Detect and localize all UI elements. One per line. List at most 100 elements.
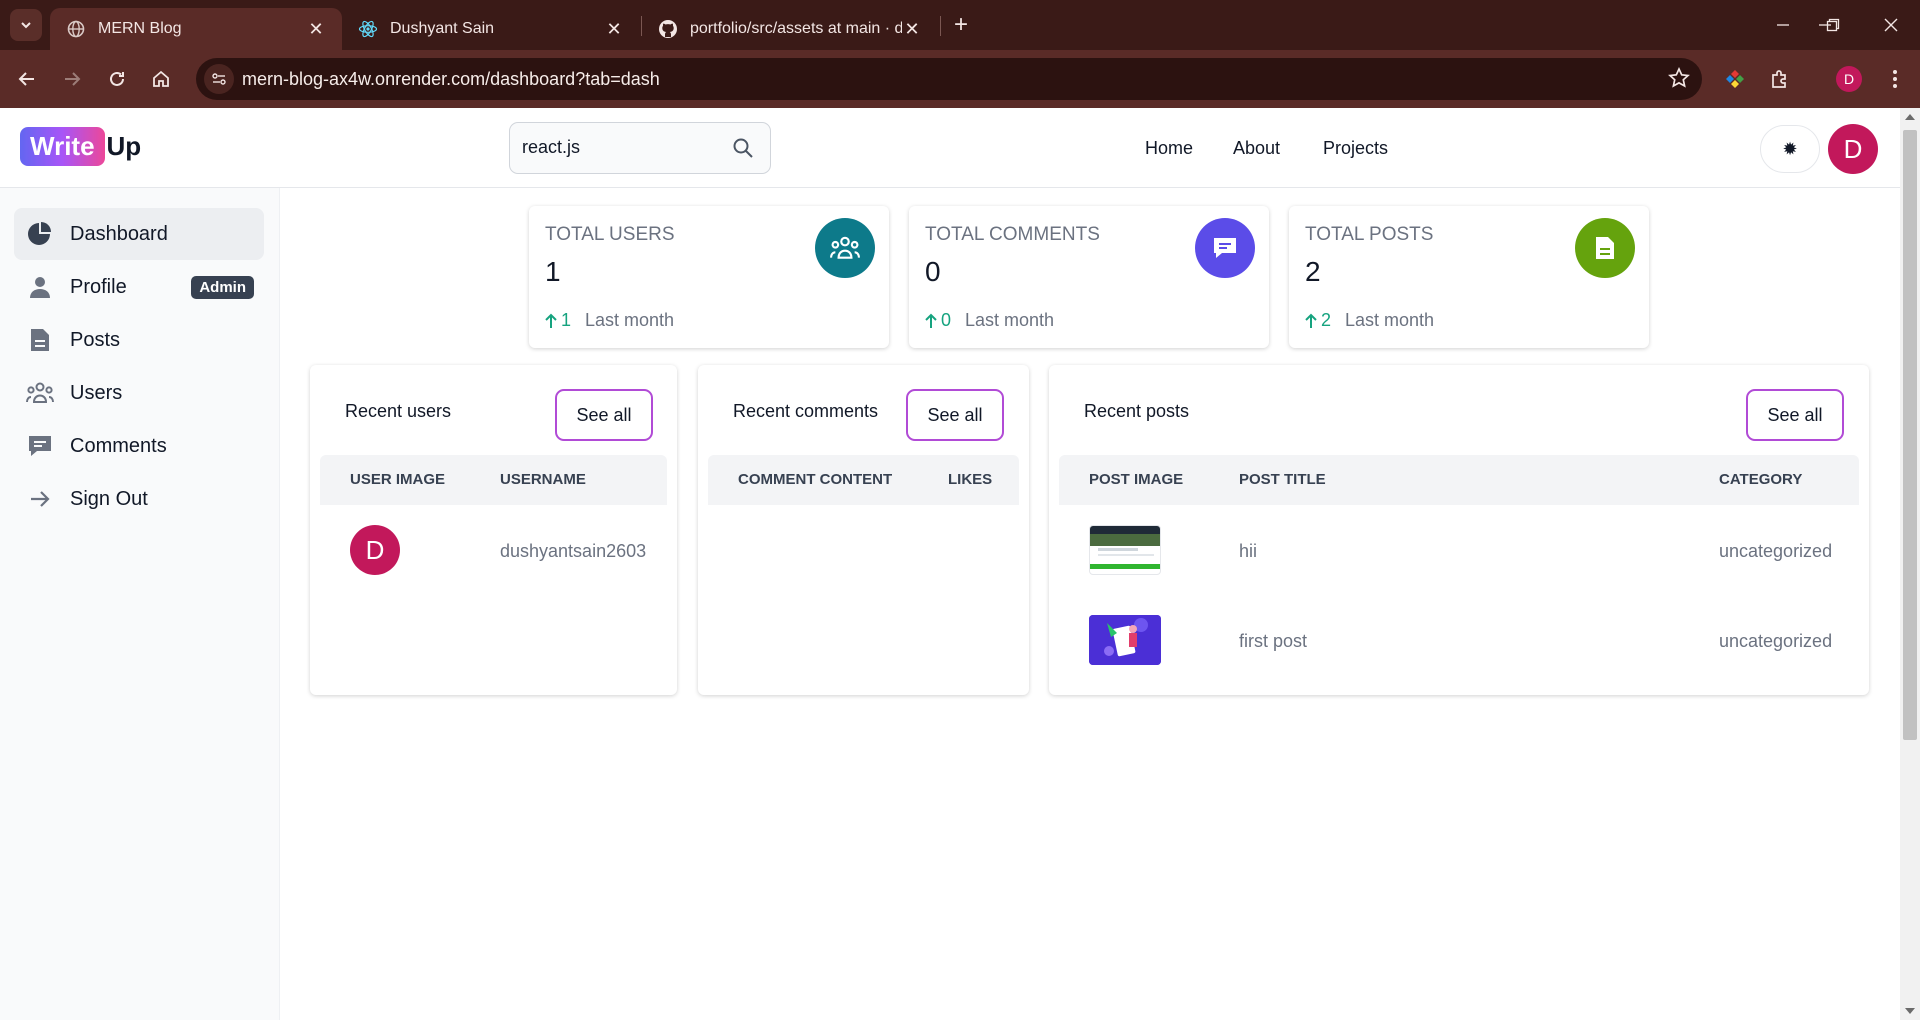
comment-icon <box>26 432 54 460</box>
sidebar-item-label: Sign Out <box>70 487 148 510</box>
close-icon <box>1884 18 1898 32</box>
back-button[interactable] <box>10 62 44 96</box>
home-button[interactable] <box>144 62 178 96</box>
stat-card-total-comments: Total Comments 0 0 Last month <box>909 206 1269 348</box>
comment-icon <box>1195 218 1255 278</box>
reload-icon <box>110 71 124 86</box>
stat-card-total-users: Total Users 1 1 Last month <box>529 206 889 348</box>
arrow-up-icon <box>1305 313 1317 328</box>
post-title-cell[interactable]: hii <box>1239 541 1257 562</box>
react-icon <box>358 19 378 39</box>
post-category-cell: uncategorized <box>1719 541 1833 561</box>
page-scrollbar[interactable] <box>1900 108 1920 1020</box>
browser-menu-button[interactable] <box>1878 62 1912 96</box>
nav-link-about[interactable]: About <box>1233 138 1280 159</box>
column-header: Likes <box>948 471 993 488</box>
new-tab-plus-icon[interactable]: + <box>948 12 974 38</box>
panel-title: Recent comments <box>733 401 879 421</box>
scroll-up-arrow-icon[interactable] <box>1905 114 1915 120</box>
forward-button[interactable] <box>55 62 89 96</box>
search-box <box>509 122 771 174</box>
stat-footer: 0 Last month <box>925 310 1054 331</box>
site-info-icon[interactable] <box>204 64 234 94</box>
extensions-button[interactable] <box>1763 62 1797 96</box>
table-header: Post image Post title Category <box>1059 455 1859 505</box>
chevron-down-icon <box>21 22 31 29</box>
post-thumbnail-image <box>1090 526 1160 569</box>
user-avatar[interactable]: D <box>1828 124 1878 174</box>
see-all-posts-button[interactable]: See all <box>1746 389 1844 441</box>
sidebar-item-label: Posts <box>70 328 121 351</box>
sidebar-item-dashboard[interactable]: Dashboard <box>14 208 264 260</box>
bookmark-star-icon[interactable] <box>1668 66 1690 94</box>
column-header: Post title <box>1239 471 1326 488</box>
sidebar-item-users[interactable]: Users <box>14 367 264 419</box>
restore-button[interactable] <box>1810 10 1856 40</box>
sidebar-item-comments[interactable]: Comments <box>14 420 264 472</box>
nav-link-home[interactable]: Home <box>1145 138 1193 159</box>
address-url[interactable]: mern-blog-ax4w.onrender.com/dashboard?ta… <box>242 69 660 90</box>
scrollbar-thumb[interactable] <box>1903 130 1917 740</box>
document-icon <box>26 326 54 354</box>
stat-delta-value: 1 <box>561 310 572 330</box>
close-icon[interactable]: ✕ <box>306 19 326 40</box>
column-header: Comment content <box>738 471 893 488</box>
pie-chart-icon <box>26 220 54 248</box>
address-bar[interactable]: mern-blog-ax4w.onrender.com/dashboard?ta… <box>196 58 1702 100</box>
arrow-up-icon <box>545 313 557 328</box>
table-header: User image Username <box>320 455 667 505</box>
search-icon[interactable] <box>732 137 754 164</box>
arrow-left-icon <box>18 72 34 86</box>
column-header: Category <box>1719 471 1803 488</box>
nav-link-projects[interactable]: Projects <box>1323 138 1388 159</box>
arrow-right-icon <box>65 72 81 86</box>
post-thumbnail[interactable] <box>1089 525 1161 575</box>
sidebar-item-sign-out[interactable]: Sign Out <box>14 473 264 525</box>
close-icon[interactable]: ✕ <box>902 19 922 40</box>
globe-icon <box>66 19 86 39</box>
browser-toolbar: mern-blog-ax4w.onrender.com/dashboard?ta… <box>0 50 1920 108</box>
post-thumbnail-image <box>1089 615 1161 665</box>
theme-toggle-button[interactable]: ✹ <box>1760 125 1820 173</box>
stat-card-total-posts: Total Posts 2 2 Last month <box>1289 206 1649 348</box>
site-logo[interactable]: Write Up <box>20 127 141 166</box>
close-window-button[interactable] <box>1868 10 1914 40</box>
browser-profile-avatar[interactable]: D <box>1836 66 1862 92</box>
minimize-button[interactable] <box>1760 10 1806 40</box>
browser-tab-mern-blog[interactable]: MERN Blog ✕ <box>50 8 342 50</box>
stat-delta-value: 0 <box>941 310 952 330</box>
kebab-menu-icon <box>1893 70 1897 88</box>
browser-tab-dushyant-sain[interactable]: Dushyant Sain ✕ <box>342 8 640 50</box>
sidebar-item-profile[interactable]: Profile Admin <box>14 261 264 313</box>
stat-period: Last month <box>1345 310 1435 330</box>
stat-footer: 2 Last month <box>1305 310 1434 331</box>
post-title-cell[interactable]: first post <box>1239 631 1307 652</box>
stat-delta: 1 <box>545 310 571 331</box>
post-thumbnail[interactable] <box>1089 615 1161 665</box>
extension-colorful-icon[interactable] <box>1718 62 1752 96</box>
sidebar-item-label: Dashboard <box>70 222 168 245</box>
reload-button[interactable] <box>100 62 134 96</box>
tab-title: MERN Blog <box>98 20 182 37</box>
tab-search-dropdown[interactable] <box>10 9 42 41</box>
admin-badge: Admin <box>191 276 254 299</box>
see-all-comments-button[interactable]: See all <box>906 389 1004 441</box>
github-icon <box>658 19 678 39</box>
sidebar-item-label: Profile <box>70 275 127 298</box>
sidebar-item-label: Comments <box>70 434 167 457</box>
browser-tab-github[interactable]: portfolio/src/assets at main · du ✕ <box>642 8 938 50</box>
stat-delta: 2 <box>1305 310 1331 331</box>
sidebar-item-posts[interactable]: Posts <box>14 314 264 366</box>
see-all-users-button[interactable]: See all <box>555 389 653 441</box>
search-input[interactable] <box>522 137 722 158</box>
close-icon[interactable]: ✕ <box>604 19 624 40</box>
recent-comments-panel: Recent comments See all Comment content … <box>698 365 1029 695</box>
tab-title: portfolio/src/assets at main · du <box>690 20 902 37</box>
sidebar-item-label: Users <box>70 381 123 404</box>
scroll-down-arrow-icon[interactable] <box>1905 1008 1915 1014</box>
browser-tab-bar: MERN Blog ✕ Dushyant Sain ✕ portfolio/sr… <box>0 0 1920 50</box>
puzzle-icon <box>1772 70 1786 88</box>
panel-title: Recent posts <box>1084 401 1190 421</box>
logo-text: Up <box>106 131 142 161</box>
column-header: Post image <box>1089 471 1184 488</box>
